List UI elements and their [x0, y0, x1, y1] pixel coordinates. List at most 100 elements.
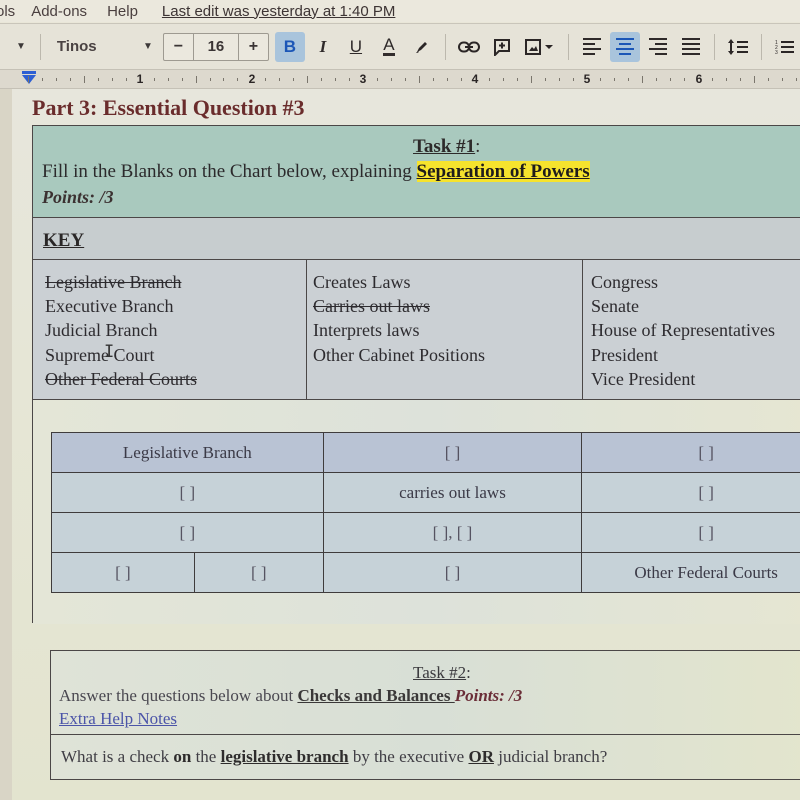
ruler-tick	[153, 78, 155, 81]
toolbar-divider	[713, 33, 715, 60]
key-column-branches[interactable]: Legislative Branch Executive Branch Judici…	[33, 260, 307, 399]
text-color-button[interactable]: A	[374, 32, 404, 62]
increase-font-size-button[interactable]: +	[239, 38, 268, 56]
question-emphasis: OR	[468, 747, 494, 766]
chart-cell[interactable]: Other Federal Courts	[581, 552, 800, 593]
decrease-font-size-button[interactable]: −	[164, 38, 193, 56]
ruler-tick	[111, 78, 113, 81]
menu-bar: ols Add-ons Help Last edit was yesterday…	[0, 0, 800, 22]
align-left-icon[interactable]	[577, 32, 607, 62]
align-right-icon[interactable]	[643, 32, 673, 62]
chart-cell-blank[interactable]: [ ], [ ]	[322, 512, 583, 553]
task1-header-cell[interactable]: Task #1: Fill in the Blanks on the Chart…	[33, 126, 800, 218]
key-column-offices[interactable]: Congress Senate House of Representatives Pr…	[583, 260, 800, 399]
chart-cell-blank[interactable]: [ ]	[581, 512, 800, 553]
ruler-tick	[600, 78, 602, 81]
ruler-tick	[628, 78, 630, 81]
key-label: KEY	[43, 230, 85, 251]
ruler-tick	[41, 78, 43, 81]
bold-label: B	[283, 36, 297, 56]
ruler-tick	[642, 76, 644, 83]
ruler[interactable]: 1 2 3 4 5 6	[0, 69, 800, 89]
key-column-roles[interactable]: Creates Laws Carries out laws Interprets l…	[307, 260, 583, 399]
page-margin	[0, 89, 12, 800]
ruler-tick	[712, 78, 714, 81]
add-comment-icon[interactable]	[487, 32, 517, 62]
line-spacing-icon[interactable]	[723, 32, 753, 62]
ruler-tick	[69, 78, 71, 81]
ruler-tick	[614, 78, 616, 81]
menu-addons[interactable]: Add-ons	[31, 3, 87, 20]
ruler-tick	[726, 78, 728, 81]
chart-row: [ ] [ ] [ ] Other Federal Courts	[51, 552, 800, 593]
toolbar-divider	[567, 33, 569, 60]
ruler-tick	[195, 76, 197, 83]
task1-table: Task #1: Fill in the Blanks on the Chart…	[32, 125, 800, 624]
highlight-pen-icon[interactable]	[407, 32, 437, 62]
task1-title-colon: :	[475, 136, 481, 157]
ruler-tick	[125, 78, 127, 81]
font-select[interactable]: Tinos ▼	[41, 38, 153, 55]
chart-cell[interactable]: Legislative Branch	[51, 432, 324, 473]
ruler-tick	[432, 78, 434, 81]
font-size-input[interactable]: 16	[192, 33, 239, 60]
key-item: Legislative Branch	[45, 272, 182, 292]
insert-image-icon[interactable]	[520, 32, 560, 62]
italic-button[interactable]: I	[308, 32, 338, 62]
key-item: Other Cabinet Positions	[313, 344, 485, 365]
numbered-list-icon[interactable]: 123	[770, 32, 800, 62]
extra-help-notes-link[interactable]: Extra Help Notes	[59, 709, 177, 729]
underline-button[interactable]: U	[341, 32, 371, 62]
menu-tools[interactable]: ols	[0, 3, 15, 20]
document-page[interactable]: Part 3: Essential Question #3 Task #1: F…	[0, 89, 800, 800]
ruler-tick	[446, 78, 448, 81]
style-dropdown-icon[interactable]: ▼	[16, 41, 26, 52]
question-1[interactable]: What is a check on the legislative branc…	[61, 747, 607, 767]
chart-cell-blank[interactable]: [ ]	[51, 472, 324, 513]
task2-header-cell[interactable]: Task #2: Answer the questions below abou…	[51, 651, 800, 735]
ruler-tick	[377, 78, 379, 81]
task2-instruction-text: Answer the questions below about	[59, 686, 298, 705]
chart-cell-blank[interactable]: [ ]	[193, 552, 324, 593]
chart-cell-blank[interactable]: [ ]	[51, 552, 195, 593]
ruler-tick	[740, 78, 742, 81]
key-item: Interprets laws	[313, 320, 420, 341]
chart-cell-blank[interactable]: [ ]	[51, 512, 324, 553]
font-size-stepper: − 16 +	[162, 32, 269, 61]
ruler-number: 5	[583, 72, 591, 86]
ruler-number: 3	[359, 72, 367, 86]
question-text: the	[191, 747, 221, 766]
key-item: Executive Branch	[45, 296, 174, 317]
ruler-tick	[502, 78, 504, 81]
chart-cell-blank[interactable]: [ ]	[322, 552, 583, 593]
chart-row: [ ] [ ], [ ] [ ]	[51, 512, 800, 553]
ruler-tick	[181, 78, 183, 81]
ruler-tick	[795, 78, 797, 81]
question-emphasis: legislative branch	[220, 747, 349, 766]
underline-label: U	[349, 36, 363, 56]
link-icon[interactable]	[454, 32, 484, 62]
ruler-tick	[684, 78, 686, 81]
menu-help[interactable]: Help	[107, 3, 138, 20]
align-justify-icon[interactable]	[676, 32, 706, 62]
ruler-tick	[530, 76, 532, 83]
first-line-indent-handle[interactable]	[22, 71, 36, 74]
ruler-tick	[83, 76, 85, 83]
chart-row: [ ] carries out laws [ ]	[51, 472, 800, 513]
key-header-cell[interactable]: KEY	[33, 218, 800, 260]
left-indent-handle[interactable]	[22, 75, 36, 84]
last-edit-link[interactable]: Last edit was yesterday at 1:40 PM	[162, 3, 395, 20]
ruler-number: 4	[471, 72, 479, 86]
key-item: President	[591, 344, 658, 365]
align-center-icon[interactable]	[609, 31, 640, 62]
ruler-tick	[781, 78, 783, 81]
ruler-tick	[558, 78, 560, 81]
chart-cell-blank[interactable]: [ ]	[581, 472, 800, 513]
chart-cell-blank[interactable]: [ ]	[581, 432, 800, 473]
chart-cell[interactable]: carries out laws	[322, 472, 583, 513]
part-title: Part 3: Essential Question #3	[32, 95, 305, 120]
bold-button[interactable]: B	[274, 31, 305, 62]
task2-instruction: Answer the questions below about Checks …	[59, 686, 522, 706]
chart-cell-blank[interactable]: [ ]	[322, 432, 583, 473]
ruler-tick	[544, 78, 546, 81]
